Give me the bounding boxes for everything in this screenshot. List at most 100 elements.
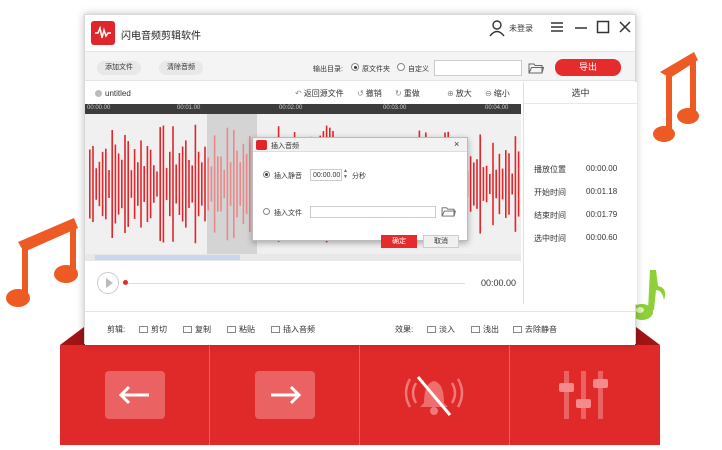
waveform-bar [517, 151, 520, 217]
waveform-bar [498, 153, 501, 215]
waveform-bar [108, 170, 110, 198]
waveform-bar [213, 135, 216, 233]
login-status[interactable]: 未登录 [509, 23, 533, 34]
waveform-bar [239, 162, 241, 206]
waveform-bar [172, 126, 174, 242]
tick-label: 00:01.00 [177, 105, 201, 111]
waveform-bar [469, 156, 472, 212]
redo-button[interactable]: ↻ 重做 [395, 88, 420, 99]
waveform-bar [130, 170, 133, 198]
zoom-in-icon: ⊕ [447, 89, 454, 98]
dialog-close-icon[interactable]: × [454, 139, 459, 149]
paste-label: 粘贴 [239, 325, 255, 334]
end-time-label: 结束时间 [534, 211, 566, 220]
folder-icon[interactable] [441, 206, 456, 217]
back-to-source-button[interactable]: ↶ 返回源文件 [295, 88, 344, 99]
title-bar: 闪电音频剪辑软件 未登录 [85, 15, 635, 51]
scissors-icon [139, 326, 148, 333]
fade-out-button[interactable]: 浅出 [471, 324, 499, 335]
folder-icon[interactable] [528, 62, 544, 74]
selection-info-panel: 选中 播放位置 00:00.00 开始时间 00:01.18 结束时间 00:0… [523, 82, 637, 304]
cut-button[interactable]: 剪切 [139, 324, 167, 335]
waveform-bar [162, 125, 165, 243]
waveform-bar [210, 166, 213, 202]
duration-spinner-icon[interactable]: ▲ ▼ [343, 168, 348, 180]
waveform-bar [124, 134, 126, 234]
waveform-bar [143, 166, 145, 202]
export-button[interactable]: 导出 [555, 59, 621, 76]
play-button[interactable] [97, 272, 119, 294]
start-time-value[interactable]: 00:01.18 [586, 187, 617, 196]
output-path-input[interactable] [434, 60, 522, 76]
zoom-out-button[interactable]: ⊖ 缩小 [485, 88, 510, 99]
file-name[interactable]: untitled [105, 89, 131, 98]
waveform-bar [511, 173, 513, 195]
bell-mute-icon[interactable] [402, 369, 466, 421]
radio-insert-silence[interactable] [263, 171, 270, 178]
end-time-value[interactable]: 00:01.79 [586, 210, 617, 219]
start-time-label: 开始时间 [534, 188, 566, 197]
waveform-bar [159, 127, 161, 241]
playback-progress-knob[interactable] [123, 280, 128, 285]
waveform-icon [95, 26, 111, 39]
zoom-in-button[interactable]: ⊕ 放大 [447, 88, 472, 99]
silence-duration-input[interactable]: 00:00.00 [310, 169, 342, 181]
waveform-bar [121, 159, 123, 209]
cancel-button[interactable]: 取消 [423, 235, 459, 248]
maximize-icon[interactable] [595, 19, 611, 35]
equalizer-icon[interactable] [554, 369, 614, 421]
horizontal-scrollbar[interactable] [85, 254, 521, 261]
edit-label: 剪辑: [107, 325, 126, 334]
app-title: 闪电音频剪辑软件 [121, 31, 201, 42]
radio-insert-file[interactable] [263, 208, 270, 215]
minimize-icon[interactable] [573, 19, 589, 35]
waveform-bar [476, 159, 478, 209]
playback-progress-track[interactable] [125, 283, 465, 284]
scroll-thumb[interactable] [95, 255, 240, 260]
return-icon: ↶ [295, 89, 302, 98]
timeline-ruler[interactable]: 00:00.00 00:01.00 00:02.00 00:03.00 00:0… [85, 104, 521, 114]
radio-source-label: 原文件夹 [362, 66, 390, 73]
paste-button[interactable]: 粘贴 [227, 324, 255, 335]
waveform-bar [153, 165, 155, 203]
waveform-bar [111, 130, 113, 238]
user-icon[interactable] [489, 19, 505, 37]
waveform-bar [181, 146, 184, 222]
waveform-bar [489, 173, 491, 195]
close-icon[interactable] [617, 19, 633, 35]
radio-source-folder[interactable] [351, 63, 359, 71]
waveform-bar [114, 144, 117, 224]
clear-audio-button[interactable]: 清除音频 [159, 61, 203, 75]
waveform-bar [197, 151, 200, 217]
waveform-bar [175, 164, 177, 204]
insert-file-path-input[interactable] [310, 206, 436, 218]
tick-label: 00:03.00 [383, 105, 407, 111]
copy-button[interactable]: 复制 [183, 324, 211, 335]
tick-label: 00:02.00 [279, 105, 303, 111]
tick-label: 00:00.00 [87, 105, 111, 111]
play-position-value[interactable]: 00:00.00 [586, 164, 617, 173]
file-bar: untitled ↶ 返回源文件 ↺ 撤销 ↻ 重做 ⊕ 放大 ⊖ 缩小 [85, 82, 521, 104]
waveform-bar [137, 162, 139, 206]
zoom-out-label: 缩小 [493, 89, 510, 98]
waveform-bar [188, 159, 190, 209]
remove-silence-button[interactable]: 去除静音 [513, 324, 557, 335]
undo-button[interactable]: ↺ 撤销 [357, 88, 382, 99]
fade-in-button[interactable]: 淡入 [427, 324, 455, 335]
arrow-left-icon[interactable] [105, 371, 165, 419]
waveform-bar [146, 145, 149, 223]
confirm-button[interactable]: 确定 [381, 235, 417, 248]
fade-out-label: 浅出 [483, 325, 499, 334]
arrow-right-icon[interactable] [255, 371, 315, 419]
insert-audio-label: 插入音频 [283, 325, 315, 334]
dialog-logo [256, 140, 267, 150]
add-file-button[interactable]: 添加文件 [97, 61, 141, 75]
redo-label: 重做 [403, 89, 420, 98]
cut-label: 剪切 [151, 325, 167, 334]
selected-duration-value[interactable]: 00:00.60 [586, 233, 617, 242]
undo-icon: ↺ [357, 89, 364, 98]
waveform-bar [98, 161, 101, 207]
insert-audio-button[interactable]: 插入音频 [271, 324, 315, 335]
menu-icon[interactable] [549, 19, 565, 35]
radio-custom[interactable] [397, 63, 405, 71]
